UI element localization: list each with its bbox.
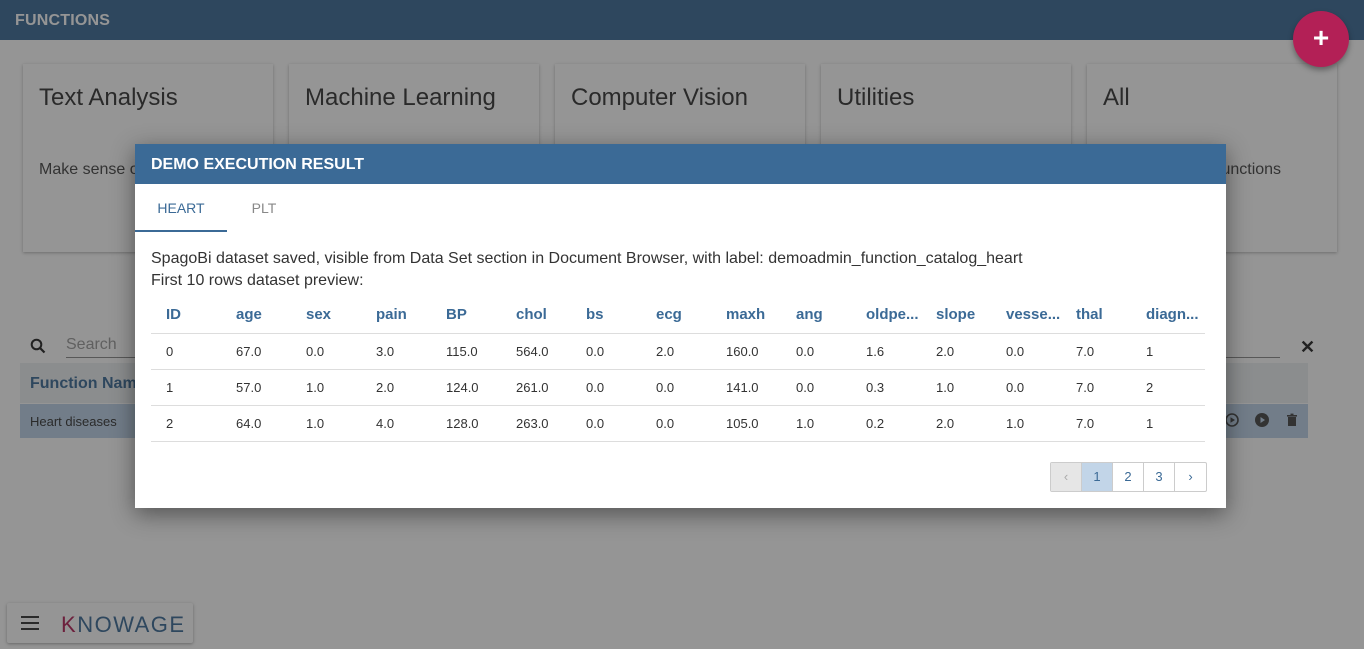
table-cell: 115.0 [431,333,501,370]
table-cell: 2 [1131,369,1205,406]
page-button-1[interactable]: 1 [1082,463,1113,491]
add-function-button[interactable]: + [1293,11,1349,67]
table-cell: 7.0 [1061,333,1131,370]
column-header[interactable]: oldpe... [851,297,921,334]
tab-plt[interactable]: PLT [227,184,301,232]
preview-table: ID age sex pain BP chol bs ecg maxh ang … [151,297,1205,442]
table-cell: 564.0 [501,333,571,370]
page-button-3[interactable]: 3 [1144,463,1175,491]
table-cell: 128.0 [431,405,501,442]
column-header[interactable]: diagn... [1131,297,1205,334]
table-row: 2 64.0 1.0 4.0 128.0 263.0 0.0 0.0 105.0… [151,405,1205,442]
table-cell: 1.0 [291,405,361,442]
save-message: SpagoBi dataset saved, visible from Data… [151,250,1023,267]
column-header[interactable]: thal [1061,297,1131,334]
table-cell: 7.0 [1061,405,1131,442]
column-header[interactable]: vesse... [991,297,1061,334]
table-cell: 64.0 [221,405,291,442]
table-cell: 124.0 [431,369,501,406]
column-header[interactable]: ecg [641,297,711,334]
table-cell: 0.0 [991,369,1061,406]
table-cell: 2.0 [361,369,431,406]
table-cell: 67.0 [221,333,291,370]
table-cell: 0.0 [781,369,851,406]
demo-result-dialog: DEMO EXECUTION RESULT HEART PLT SpagoBi … [135,144,1226,508]
column-header[interactable]: ID [151,297,221,334]
table-cell: 57.0 [221,369,291,406]
table-header-row: ID age sex pain BP chol bs ecg maxh ang … [151,297,1205,334]
table-cell: 0.0 [291,333,361,370]
table-cell: 7.0 [1061,369,1131,406]
table-cell: 0 [151,333,221,370]
table-cell: 141.0 [711,369,781,406]
table-cell: 2.0 [921,333,991,370]
column-header[interactable]: age [221,297,291,334]
table-cell: 3.0 [361,333,431,370]
table-cell: 0.0 [571,405,641,442]
dialog-header: DEMO EXECUTION RESULT [135,144,1226,184]
table-cell: 0.0 [641,405,711,442]
table-cell: 0.2 [851,405,921,442]
column-header[interactable]: BP [431,297,501,334]
table-cell: 0.0 [641,369,711,406]
table-cell: 105.0 [711,405,781,442]
table-cell: 0.0 [571,369,641,406]
table-cell: 0.0 [781,333,851,370]
pagination: ‹ 1 2 3 › [1050,462,1207,492]
table-cell: 0.3 [851,369,921,406]
table-cell: 1 [1131,405,1205,442]
prev-page-button[interactable]: ‹ [1051,463,1082,491]
table-cell: 1.0 [291,369,361,406]
column-header[interactable]: sex [291,297,361,334]
dialog-tabs: HEART PLT [135,184,1226,232]
dialog-title: DEMO EXECUTION RESULT [151,156,365,173]
table-cell: 1 [151,369,221,406]
table-cell: 1.0 [921,369,991,406]
table-cell: 2.0 [921,405,991,442]
page-button-2[interactable]: 2 [1113,463,1144,491]
column-header[interactable]: bs [571,297,641,334]
column-header[interactable]: slope [921,297,991,334]
column-header[interactable]: maxh [711,297,781,334]
table-cell: 0.0 [571,333,641,370]
column-header[interactable]: chol [501,297,571,334]
table-cell: 1.0 [991,405,1061,442]
preview-label: First 10 rows dataset preview: [151,272,364,289]
tab-heart[interactable]: HEART [135,184,227,232]
table-cell: 4.0 [361,405,431,442]
table-cell: 1.6 [851,333,921,370]
table-row: 1 57.0 1.0 2.0 124.0 261.0 0.0 0.0 141.0… [151,369,1205,406]
table-row: 0 67.0 0.0 3.0 115.0 564.0 0.0 2.0 160.0… [151,333,1205,370]
column-header[interactable]: ang [781,297,851,334]
table-cell: 160.0 [711,333,781,370]
next-page-button[interactable]: › [1175,463,1206,491]
column-header[interactable]: pain [361,297,431,334]
table-cell: 261.0 [501,369,571,406]
table-cell: 263.0 [501,405,571,442]
table-cell: 2 [151,405,221,442]
table-cell: 1.0 [781,405,851,442]
table-cell: 2.0 [641,333,711,370]
table-cell: 1 [1131,333,1205,370]
table-cell: 0.0 [991,333,1061,370]
